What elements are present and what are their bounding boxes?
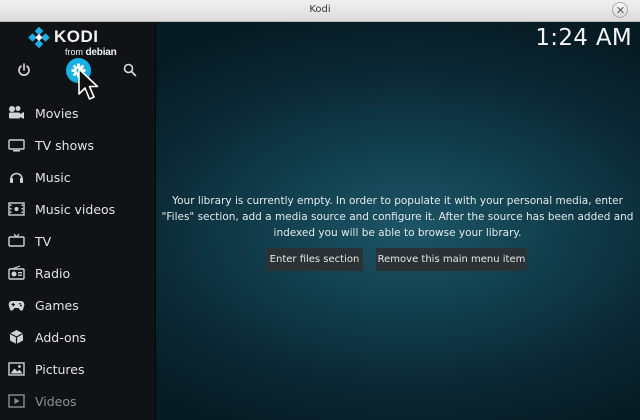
menu-item-videos[interactable]: Videos [0, 385, 155, 417]
empty-library-message: Your library is currently empty. In orde… [161, 195, 634, 239]
add-ons-icon [9, 330, 24, 344]
radio-icon [8, 265, 25, 280]
menu-item-pictures[interactable]: Pictures [0, 353, 155, 385]
menu-item-movies[interactable]: Movies [0, 97, 155, 129]
kodi-window: Kodi KODI from debian Movies TV shows Mu… [0, 0, 640, 420]
logo-distro: debian [85, 47, 117, 58]
videos-icon [8, 394, 25, 408]
window-title: Kodi [309, 4, 331, 15]
remove-main-menu-item-button[interactable]: Remove this main menu item [376, 248, 527, 271]
kodi-app: KODI from debian Movies TV shows Music M… [0, 22, 640, 420]
menu-item-label: Videos [35, 394, 77, 409]
kodi-logo-icon [28, 27, 50, 49]
kodi-logo-subtitle: from debian [65, 47, 117, 58]
menu-item-label: Music videos [35, 202, 116, 217]
menu-item-label: Movies [35, 106, 79, 121]
menu-item-tv-shows[interactable]: TV shows [0, 129, 155, 161]
close-window-button[interactable] [612, 2, 628, 18]
music-videos-icon [8, 202, 25, 216]
menu-item-music-videos[interactable]: Music videos [0, 193, 155, 225]
sidebar: KODI from debian Movies TV shows Music M… [0, 22, 156, 420]
movies-icon [9, 106, 24, 119]
music-icon [10, 172, 23, 183]
main-menu: Movies TV shows Music Music videos TV Ra… [0, 97, 155, 417]
pictures-icon [8, 362, 25, 376]
menu-item-tv[interactable]: TV [0, 225, 155, 257]
menu-item-radio[interactable]: Radio [0, 257, 155, 289]
enter-files-section-button[interactable]: Enter files section [266, 248, 363, 271]
clock: 1:24 AM [535, 25, 632, 51]
tv-shows-icon [8, 139, 25, 152]
menu-item-label: Games [35, 298, 79, 313]
menu-item-label: Music [35, 170, 71, 185]
logo-from: from [65, 47, 83, 57]
title-bar[interactable]: Kodi [0, 0, 640, 22]
menu-item-label: Pictures [35, 362, 85, 377]
search-icon[interactable] [118, 58, 142, 82]
power-icon[interactable] [12, 58, 36, 82]
kodi-logo-text: KODI [54, 27, 99, 46]
kodi-logo[interactable]: KODI from debian [28, 27, 118, 61]
menu-item-label: TV shows [35, 138, 94, 153]
menu-item-add-ons[interactable]: Add-ons [0, 321, 155, 353]
games-icon [8, 301, 25, 311]
menu-item-label: TV [35, 234, 52, 249]
menu-item-music[interactable]: Music [0, 161, 155, 193]
menu-item-label: Add-ons [35, 330, 87, 345]
menu-item-label: Radio [35, 266, 71, 281]
tv-icon [8, 233, 25, 247]
menu-item-games[interactable]: Games [0, 289, 155, 321]
